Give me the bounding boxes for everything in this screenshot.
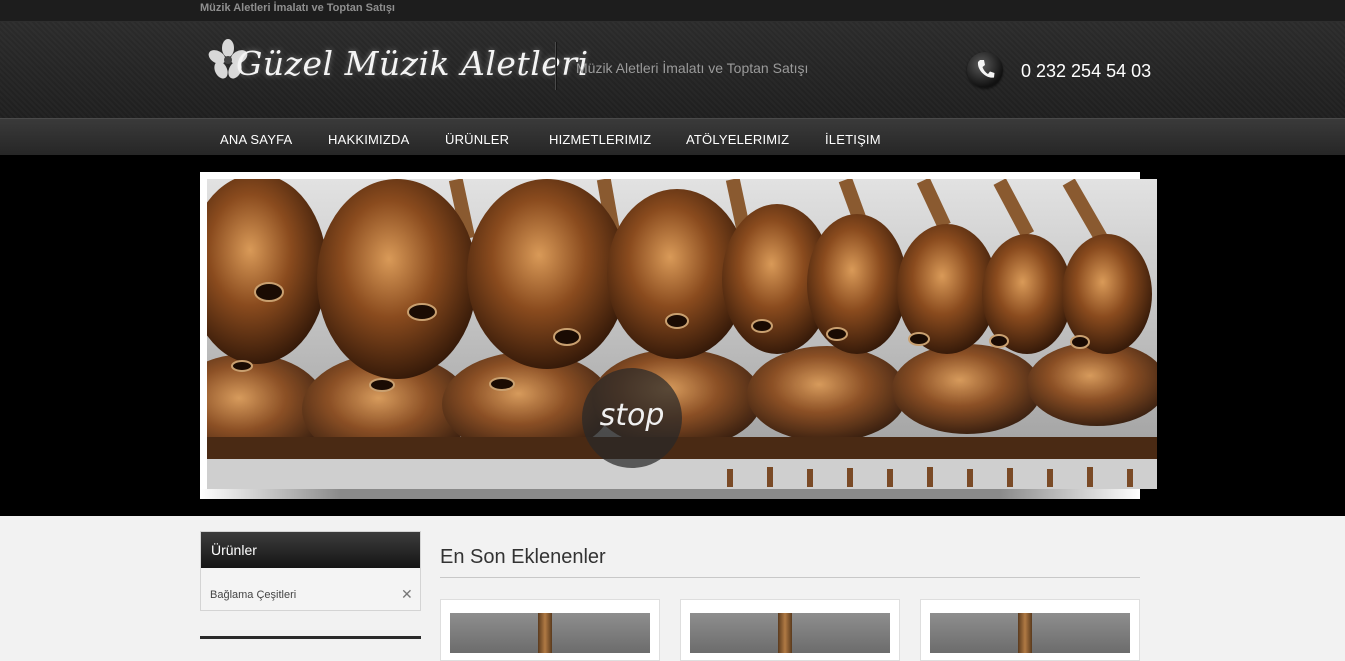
header-divider (555, 42, 556, 90)
sidebar-item-label: Bağlama Çeşitleri (210, 589, 297, 601)
product-thumbnail[interactable] (450, 613, 650, 653)
top-bar: Müzik Aletleri İmalatı ve Toptan Satışı (0, 0, 1345, 22)
product-card[interactable] (920, 599, 1140, 661)
phone-number[interactable]: 0 232 254 54 03 (1021, 61, 1151, 82)
nav-item-hizmetlerimiz[interactable]: HIZMETLERIMIZ (549, 132, 651, 147)
site-logo[interactable]: Güzel Müzik Aletleri (208, 38, 588, 98)
main-nav: ANA SAYFA HAKKIMIZDA ÜRÜNLER HIZMETLERIM… (0, 118, 1345, 156)
nav-item-hakkimizda[interactable]: HAKKIMIZDA (328, 132, 409, 147)
nav-item-iletisim[interactable]: İLETIŞIM (825, 132, 881, 147)
nav-item-ana-sayfa[interactable]: ANA SAYFA (220, 132, 292, 147)
sidebar-item-baglama[interactable]: Bağlama Çeşitleri ✕ (201, 582, 420, 610)
phone-icon (967, 52, 1003, 88)
section-divider (440, 577, 1140, 578)
section-title: En Son Eklenenler (440, 546, 606, 568)
slider-image (207, 179, 1157, 489)
slider-stop-button[interactable]: stop (582, 368, 682, 468)
close-icon[interactable]: ✕ (401, 586, 413, 603)
brand-name: Güzel Müzik Aletleri (236, 44, 589, 83)
top-slogan: Müzik Aletleri İmalatı ve Toptan Satışı (200, 2, 395, 14)
header-tagline: Müzik Aletleri İmalatı ve Toptan Satışı (576, 60, 809, 76)
nav-item-urunler[interactable]: ÜRÜNLER (445, 132, 509, 147)
product-card[interactable] (440, 599, 660, 661)
sidebar-title: Ürünler (211, 542, 257, 558)
product-thumbnail[interactable] (690, 613, 890, 653)
product-thumbnail[interactable] (930, 613, 1130, 653)
sidebar-header: Ürünler (201, 532, 420, 568)
nav-item-atolyelerimiz[interactable]: ATÖLYELERIMIZ (686, 132, 789, 147)
slider-shadow (200, 489, 1140, 499)
baglama-instruments-image (207, 179, 1157, 489)
slider-stop-label: stop (599, 398, 665, 433)
product-card[interactable] (680, 599, 900, 661)
sidebar-products-box: Ürünler Bağlama Çeşitleri ✕ (200, 531, 421, 611)
site-header: Güzel Müzik Aletleri Müzik Aletleri İmal… (0, 22, 1345, 118)
